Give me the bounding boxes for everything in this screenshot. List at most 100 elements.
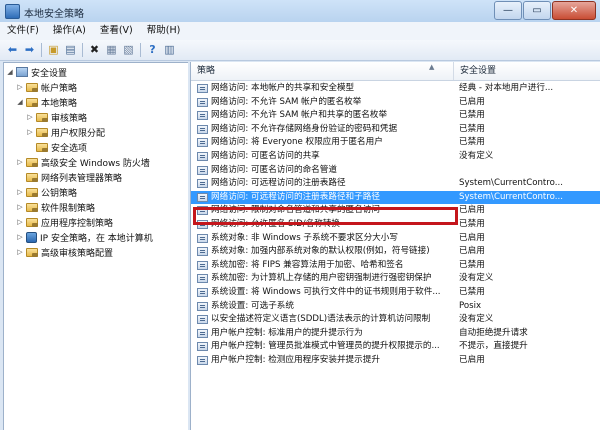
- policy-item-icon: [197, 97, 208, 107]
- tree-item-audit-policy[interactable]: ▷ 审核策略: [26, 110, 87, 124]
- policy-name: 网络访问: 本地帐户的共享和安全模型: [211, 83, 355, 93]
- policy-row[interactable]: 网络访问: 不允许 SAM 帐户的匿名枚举 已启用: [191, 96, 600, 110]
- close-button[interactable]: ✕: [552, 1, 596, 20]
- tree-item-security-settings[interactable]: ◢ 安全设置: [6, 65, 67, 79]
- menu-view[interactable]: 查看(V): [93, 22, 140, 40]
- policy-row[interactable]: 网络访问: 可远程访问的注册表路径 System\CurrentContro...: [191, 177, 600, 191]
- expand-arrow-icon[interactable]: ▷: [16, 248, 24, 256]
- expand-arrow-icon[interactable]: ▷: [26, 113, 34, 121]
- policy-item-icon: [197, 274, 208, 284]
- properties-icon[interactable]: ▦: [104, 42, 119, 57]
- policy-row[interactable]: 用户帐户控制: 检测应用程序安装并提示提升 已启用: [191, 354, 600, 368]
- up-folder-icon[interactable]: ▣: [46, 42, 61, 57]
- policy-row[interactable]: 系统对象: 加强内部系统对象的默认权限(例如，符号链接) 已启用: [191, 245, 600, 259]
- menu-action[interactable]: 操作(A): [46, 22, 93, 40]
- policy-row[interactable]: 以安全描述符定义语言(SDDL)语法表示的计算机访问限制 没有定义: [191, 313, 600, 327]
- policy-row[interactable]: 系统对象: 非 Windows 子系统不要求区分大小写 已启用: [191, 232, 600, 246]
- tree-item-label: 网络列表管理器策略: [41, 173, 123, 184]
- folder-icon: [26, 157, 38, 167]
- policy-item-icon: [197, 152, 208, 161]
- policy-row[interactable]: 网络访问: 将 Everyone 权限应用于匿名用户 已禁用: [191, 136, 600, 150]
- tree-item-label: 安全选项: [51, 143, 88, 154]
- policy-setting-value: 经典 - 对本地用户进行...: [459, 83, 554, 93]
- policy-setting-value: 已禁用: [459, 287, 485, 297]
- policy-row-selected[interactable]: 网络访问: 可远程访问的注册表路径和子路径 System\CurrentContr…: [191, 190, 600, 205]
- policy-row[interactable]: 用户帐户控制: 标准用户的提升提示行为 自动拒绝提升请求: [191, 327, 600, 341]
- tree-item-ip-security[interactable]: ▷ IP 安全策略，在 本地计算机: [16, 230, 153, 244]
- tree-item-account-policies[interactable]: ▷ 帐户策略: [16, 80, 77, 94]
- help-icon[interactable]: ?: [145, 42, 160, 57]
- tree-item-label: 安全设置: [31, 68, 68, 79]
- tree-item-public-key-policies[interactable]: ▷ 公钥策略: [16, 185, 77, 199]
- tree-item-security-options[interactable]: 安全选项: [26, 140, 87, 154]
- policy-row[interactable]: 网络访问: 可匿名访问的命名管道: [191, 164, 600, 178]
- tree-item-user-rights[interactable]: ▷ 用户权限分配: [26, 125, 105, 139]
- folder-icon: [26, 172, 38, 182]
- tree-item-application-control[interactable]: ▷ 应用程序控制策略: [16, 215, 113, 229]
- policy-list[interactable]: 策略 ▲ 安全设置 网络访问: 本地帐户的共享和安全模型 经典 - 对本地用户进行…: [190, 62, 600, 430]
- policy-setting-value: 已启用: [459, 355, 485, 365]
- folder-icon: [36, 127, 48, 137]
- policy-item-icon: [197, 192, 208, 202]
- policy-row[interactable]: 网络访问: 不允许 SAM 帐户和共享的匿名枚举 已禁用: [191, 109, 600, 123]
- tree-item-label: 公钥策略: [41, 188, 78, 199]
- policy-name: 系统设置: 将 Windows 可执行文件中的证书规则用于软件...: [211, 287, 441, 297]
- policy-row[interactable]: 网络访问: 本地帐户的共享和安全模型 经典 - 对本地用户进行...: [191, 82, 600, 96]
- forward-arrow-icon[interactable]: ➡: [22, 42, 37, 57]
- console-tree[interactable]: ◢ 安全设置 ▷ 帐户策略 ◢ 本地策略 ▷ 审核策略 ▷ 用户权限分配 安全选…: [3, 62, 190, 430]
- policy-name: 网络访问: 可匿名访问的命名管道: [211, 164, 337, 175]
- policy-setting-value: 已启用: [459, 205, 485, 216]
- policy-name: 网络访问: 将 Everyone 权限应用于匿名用户: [211, 137, 383, 148]
- tree-item-local-policies[interactable]: ◢ 本地策略: [16, 95, 77, 109]
- policy-row[interactable]: 网络访问: 可匿名访问的共享 没有定义: [191, 150, 600, 164]
- expand-arrow-icon[interactable]: ▷: [16, 218, 24, 226]
- annotation-highlight-box: [193, 207, 458, 225]
- expand-arrow-icon[interactable]: ▷: [26, 128, 34, 136]
- maximize-button[interactable]: ▭: [523, 1, 551, 20]
- tree-item-windows-firewall[interactable]: ▷ 高级安全 Windows 防火墙: [16, 155, 150, 169]
- policy-item-icon: [197, 328, 208, 338]
- tree-item-advanced-audit[interactable]: ▷ 高级审核策略配置: [16, 245, 113, 259]
- policy-setting-value: Posix: [459, 300, 482, 311]
- back-arrow-icon[interactable]: ⬅: [5, 42, 20, 57]
- policy-row[interactable]: 网络访问: 不允许存储网络身份验证的密码和凭据 已禁用: [191, 123, 600, 137]
- policy-name: 网络访问: 可匿名访问的共享: [211, 151, 320, 161]
- policy-row[interactable]: 系统加密: 为计算机上存储的用户密钥强制进行强密钥保护 没有定义: [191, 272, 600, 286]
- policy-item-icon: [197, 179, 208, 189]
- collapse-arrow-icon[interactable]: ◢: [16, 98, 24, 106]
- menu-file[interactable]: 文件(F): [0, 22, 46, 40]
- toolbar: ⬅ ➡ ▣ ▤ ✖ ▦ ▧ ? ▥: [0, 40, 600, 61]
- local-security-policy-window: 本地安全策略 — ▭ ✕ 文件(F) 操作(A) 查看(V) 帮助(H) ⬅ ➡…: [0, 0, 600, 430]
- policy-item-icon: [197, 301, 208, 311]
- column-header-policy[interactable]: 策略: [191, 62, 453, 80]
- tree-item-label: 软件限制策略: [41, 203, 96, 214]
- policy-item-icon: [197, 111, 208, 121]
- policy-row[interactable]: 系统加密: 将 FIPS 兼容算法用于加密、哈希和签名 已禁用: [191, 259, 600, 273]
- policy-row[interactable]: 用户帐户控制: 管理员批准模式中管理员的提升权限提示的... 不提示，直接提升: [191, 340, 600, 354]
- expand-arrow-icon[interactable]: ▷: [16, 188, 24, 196]
- show-hide-tree-icon[interactable]: ▤: [63, 42, 78, 57]
- expand-arrow-icon[interactable]: ▷: [16, 158, 24, 166]
- delete-icon[interactable]: ✖: [87, 42, 102, 57]
- minimize-button[interactable]: —: [494, 1, 522, 20]
- policy-item-icon: [197, 233, 208, 243]
- policy-row[interactable]: 系统设置: 将 Windows 可执行文件中的证书规则用于软件... 已禁用: [191, 286, 600, 300]
- expand-arrow-icon[interactable]: ▷: [16, 233, 24, 241]
- expand-arrow-icon[interactable]: ▷: [16, 83, 24, 91]
- policy-row[interactable]: 系统设置: 可选子系统 Posix: [191, 300, 600, 314]
- tree-item-software-restriction[interactable]: ▷ 软件限制策略: [16, 200, 95, 214]
- column-header-security-setting[interactable]: 安全设置: [454, 62, 600, 80]
- policy-name: 用户帐户控制: 标准用户的提升提示行为: [211, 327, 363, 338]
- tree-item-network-list-policies[interactable]: 网络列表管理器策略: [16, 170, 122, 184]
- title-bar[interactable]: 本地安全策略 — ▭ ✕: [0, 0, 600, 23]
- export-list-icon[interactable]: ▧: [121, 42, 136, 57]
- policy-item-icon: [197, 165, 208, 175]
- collapse-arrow-icon[interactable]: ◢: [6, 68, 14, 76]
- expand-arrow-icon[interactable]: ▷: [16, 203, 24, 211]
- console-icon[interactable]: ▥: [162, 42, 177, 57]
- policy-name: 系统对象: 加强内部系统对象的默认权限(例如，符号链接): [211, 246, 430, 257]
- policy-setting-value: 已禁用: [459, 137, 485, 148]
- menu-help[interactable]: 帮助(H): [140, 22, 188, 40]
- policy-setting-value: 已禁用: [459, 110, 485, 121]
- policy-setting-value: 自动拒绝提升请求: [459, 327, 528, 338]
